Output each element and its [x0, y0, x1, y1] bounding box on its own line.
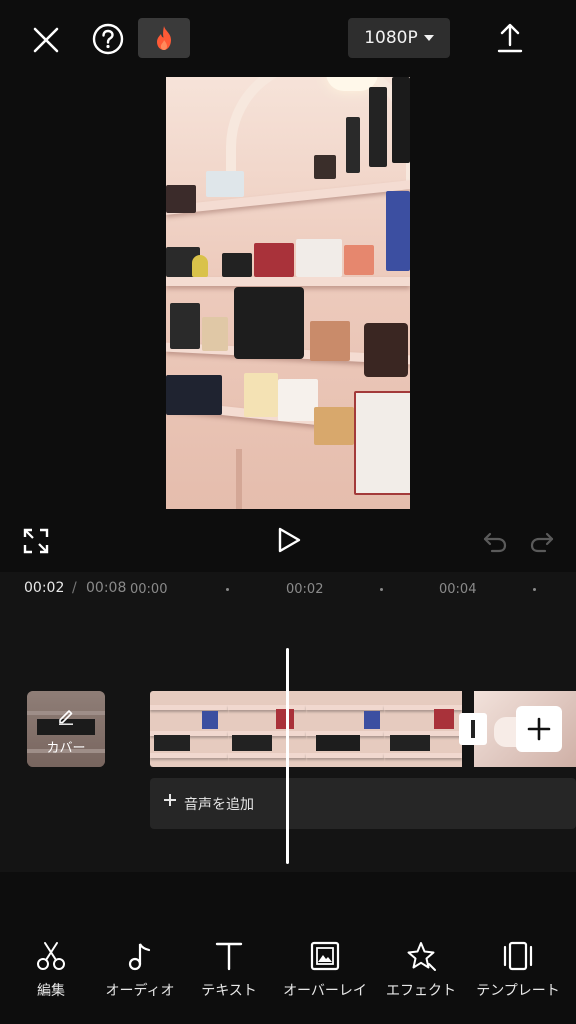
template-icon — [503, 941, 533, 971]
preview-product — [192, 255, 208, 277]
undo-icon — [483, 532, 507, 553]
play-button[interactable] — [272, 523, 306, 557]
toolbar-item-overlay[interactable]: オーバーレイ — [278, 940, 372, 1000]
toolbar-item-text[interactable]: テキスト — [194, 940, 264, 1000]
caret-down-icon — [423, 35, 434, 41]
toolbar-item-label: 編集 — [37, 983, 65, 999]
preview-product — [254, 243, 294, 277]
preview-product — [354, 391, 410, 495]
toolbar-item-template[interactable]: テンプレート — [470, 940, 566, 1000]
preview-product — [166, 375, 222, 415]
help-button[interactable] — [88, 19, 128, 59]
toolbar-item-audio[interactable]: オーディオ — [98, 940, 182, 1000]
timeline-tick-label: 00:04 — [439, 582, 477, 597]
preview-product — [386, 191, 410, 271]
redo-button[interactable] — [527, 528, 557, 556]
close-button[interactable] — [26, 20, 66, 60]
preview-product — [206, 171, 244, 197]
effect-star-icon — [407, 942, 436, 971]
plus-icon — [527, 717, 551, 741]
clip-frame — [228, 691, 306, 767]
fullscreen-button[interactable] — [20, 525, 52, 557]
toolbar-item-label: オーバーレイ — [283, 983, 367, 999]
flame-icon — [157, 26, 171, 50]
toolbar-item-label: オーディオ — [105, 983, 175, 999]
clip-frame — [306, 691, 384, 767]
transition-icon — [471, 720, 475, 738]
toolbar-item-label: エフェクト — [386, 983, 456, 999]
total-time: 00:08 — [86, 580, 127, 596]
add-clip-button[interactable] — [516, 706, 562, 752]
preview-product — [364, 323, 408, 377]
cover-label: カバー — [46, 741, 86, 756]
resolution-dropdown[interactable]: 1080P — [348, 18, 450, 58]
resolution-label: 1080P — [364, 28, 418, 48]
redo-icon — [530, 532, 554, 553]
preview-product — [244, 373, 278, 417]
timeline-tick-dot — [533, 588, 536, 591]
music-note-icon — [128, 943, 151, 971]
transition-button[interactable] — [459, 713, 487, 745]
preview-product — [314, 407, 354, 445]
pencil-icon — [59, 710, 73, 725]
playhead[interactable] — [286, 648, 289, 864]
preview-product — [222, 253, 252, 277]
hot-templates-button[interactable] — [138, 18, 190, 58]
close-icon — [33, 27, 59, 53]
video-preview[interactable] — [166, 77, 410, 509]
scissors-icon — [37, 942, 65, 970]
fullscreen-icon — [23, 528, 49, 554]
preview-door-edge — [236, 449, 242, 509]
preview-product — [346, 117, 360, 173]
export-button[interactable] — [490, 18, 530, 58]
upload-icon — [497, 23, 523, 53]
preview-shelf — [166, 277, 410, 286]
preview-product — [344, 245, 374, 275]
current-time: 00:02 — [24, 580, 65, 596]
text-icon — [215, 942, 243, 971]
preview-product — [310, 321, 350, 361]
clip-frame — [150, 691, 228, 767]
help-icon — [92, 23, 124, 55]
toolbar-item-effect[interactable]: エフェクト — [380, 940, 462, 1000]
clip-frame — [384, 691, 462, 767]
toolbar-item-label: テンプレート — [476, 983, 560, 999]
plus-icon — [164, 794, 176, 806]
time-separator: / — [72, 580, 77, 596]
add-audio-button[interactable]: 音声を追加 — [150, 778, 576, 829]
preview-product — [202, 317, 228, 351]
undo-button[interactable] — [480, 528, 510, 556]
preview-product — [234, 287, 304, 359]
preview-product — [296, 239, 342, 277]
cover-button[interactable]: カバー — [27, 691, 105, 767]
timeline-tick-label: 00:00 — [130, 582, 168, 597]
timeline-tick-label: 00:02 — [286, 582, 324, 597]
preview-product — [314, 155, 336, 179]
timeline-tick-dot — [380, 588, 383, 591]
preview-product — [369, 87, 387, 167]
video-clip[interactable] — [150, 691, 470, 767]
add-audio-label: 音声を追加 — [184, 797, 254, 813]
timeline-tick-dot — [226, 588, 229, 591]
overlay-icon — [310, 941, 340, 971]
preview-product — [278, 379, 318, 421]
toolbar-item-label: テキスト — [201, 983, 257, 999]
preview-product — [392, 77, 410, 163]
toolbar-item-edit[interactable]: 編集 — [24, 940, 78, 1000]
preview-product — [170, 303, 200, 349]
preview-product — [166, 185, 196, 213]
play-icon — [278, 527, 301, 553]
